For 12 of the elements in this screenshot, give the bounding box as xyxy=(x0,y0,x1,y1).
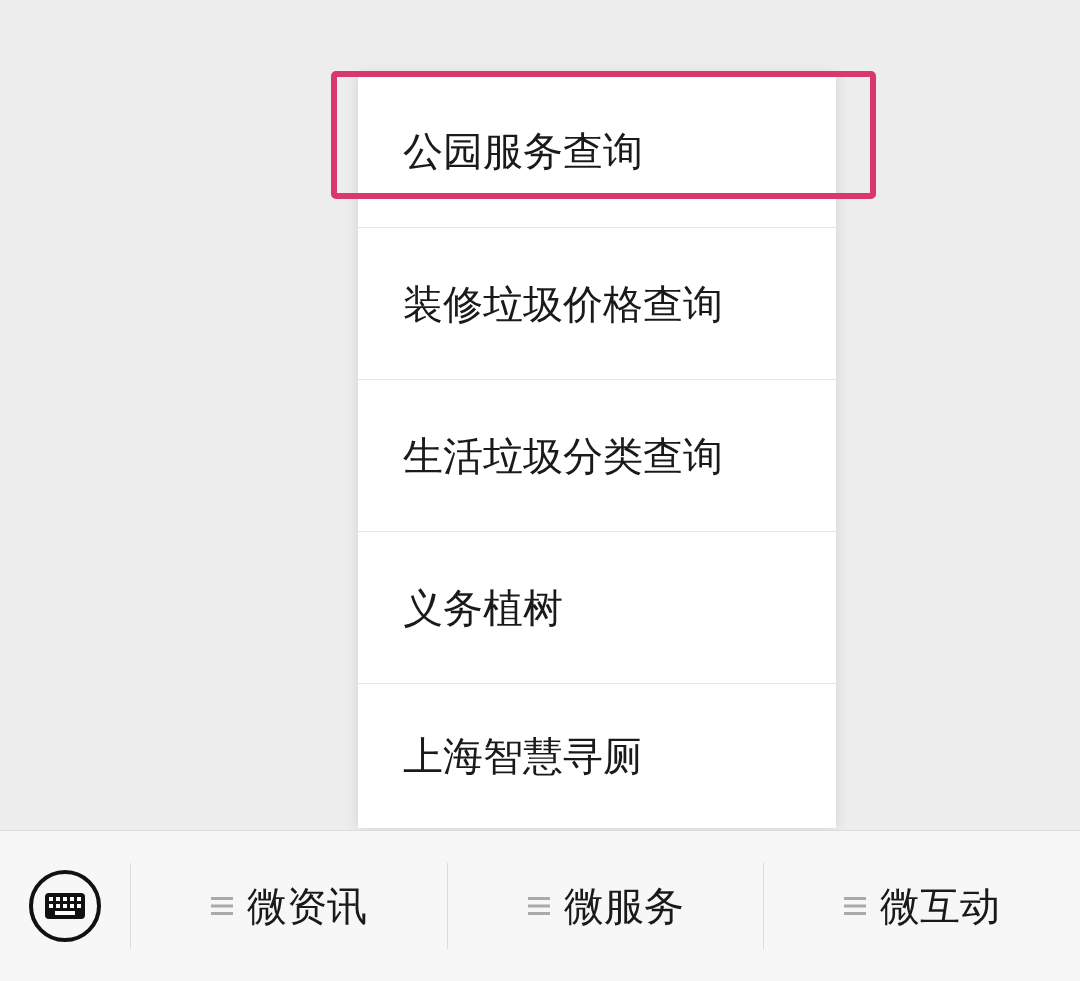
menu-item[interactable]: 上海智慧寻厕 xyxy=(358,683,836,828)
menu-tab[interactable]: 微服务 xyxy=(446,863,764,949)
menu-icon xyxy=(527,896,550,916)
menu-icon xyxy=(210,896,233,916)
keyboard-icon[interactable] xyxy=(28,869,102,943)
menu-item[interactable]: 公园服务查询 xyxy=(358,75,836,227)
menu-tab[interactable]: 微互动 xyxy=(763,863,1080,949)
menu-tab[interactable]: 微资讯 xyxy=(130,863,447,949)
menu-item[interactable]: 生活垃圾分类查询 xyxy=(358,379,836,531)
menu-icon xyxy=(844,896,867,916)
menu-item[interactable]: 义务植树 xyxy=(358,531,836,683)
menu-item[interactable]: 装修垃圾价格查询 xyxy=(358,227,836,379)
